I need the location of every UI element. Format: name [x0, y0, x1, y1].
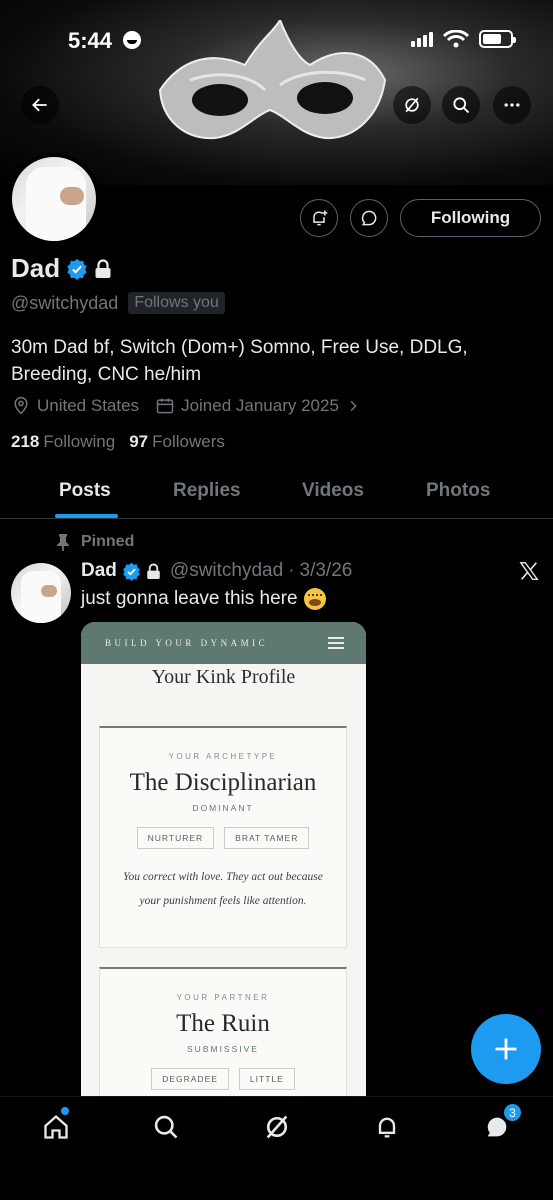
- more-dots-icon: [504, 103, 520, 107]
- tab-videos[interactable]: Videos: [302, 480, 364, 502]
- chat-bubble-icon: [361, 210, 377, 226]
- trait-chip: DEGRADEE: [151, 1068, 229, 1090]
- calendar-icon: [156, 398, 174, 414]
- nav-grok[interactable]: [261, 1111, 293, 1143]
- trait-chip: LITTLE: [238, 1068, 295, 1090]
- bell-icon: [378, 1117, 396, 1138]
- messages-count-badge: 3: [503, 1103, 522, 1122]
- status-indicators: [411, 30, 516, 48]
- grok-button[interactable]: [393, 86, 431, 124]
- more-button[interactable]: [493, 86, 531, 124]
- bio-line: Breeding, CNC he/him: [11, 364, 202, 385]
- grok-icon: [405, 97, 419, 113]
- card-title: The Ruin: [176, 1010, 270, 1037]
- card-caption: YOUR ARCHETYPE: [168, 752, 278, 761]
- card-chips: DEGRADEE LITTLE: [100, 1068, 346, 1090]
- card-class: SUBMISSIVE: [187, 1044, 259, 1054]
- hamburger-menu-icon: [328, 637, 344, 649]
- nav-home[interactable]: [40, 1111, 72, 1143]
- lock-icon: [147, 563, 160, 579]
- archetype-card: YOUR ARCHETYPE The Disciplinarian DOMINA…: [99, 726, 347, 948]
- back-arrow-icon: [32, 98, 47, 112]
- profile-avatar[interactable]: [8, 153, 100, 245]
- post-author-name[interactable]: Dad: [81, 560, 117, 582]
- followers-count-link[interactable]: 97 Followers: [129, 432, 225, 452]
- card-title: The Disciplinarian: [129, 769, 317, 796]
- message-button[interactable]: [350, 199, 388, 237]
- post-date[interactable]: 3/3/26: [300, 560, 353, 582]
- wifi-icon: [443, 30, 469, 48]
- home-icon: [44, 1114, 68, 1139]
- post-header: Dad @switchydad · 3/3/26: [81, 560, 352, 582]
- post-text: just gonna leave this here: [81, 588, 326, 610]
- active-tab-indicator: [55, 514, 118, 518]
- follow-counts: 218 Following 97 Followers: [11, 432, 225, 452]
- profile-meta: United States Joined January 2025: [11, 396, 361, 416]
- status-smiley-icon: [123, 31, 141, 49]
- profile-tabs: Posts Replies Videos Photos: [0, 468, 553, 519]
- trait-chip: NURTURER: [136, 827, 215, 849]
- post-separator: ·: [288, 560, 295, 581]
- cellular-signal-icon: [411, 31, 433, 47]
- pin-icon: [57, 534, 69, 551]
- card-class: DOMINANT: [192, 803, 254, 813]
- masquerade-mask-image: [158, 20, 387, 140]
- card-description: You correct with love. They act out beca…: [123, 871, 323, 907]
- card-caption: YOUR PARTNER: [176, 993, 270, 1002]
- media-brand: BUILD YOUR DYNAMIC: [105, 638, 269, 648]
- notify-button[interactable]: [300, 199, 338, 237]
- profile-handle: @switchydad: [11, 292, 119, 313]
- post-author-avatar[interactable]: [11, 563, 71, 623]
- search-icon: [154, 1115, 178, 1139]
- post-body: just gonna leave this here: [81, 588, 298, 609]
- search-icon: [453, 97, 470, 114]
- following-count-link[interactable]: 218 Following: [11, 432, 115, 452]
- battery-icon: [479, 30, 516, 48]
- trait-chip: BRAT TAMER: [224, 827, 310, 849]
- nav-search[interactable]: [150, 1111, 182, 1143]
- grok-icon: [266, 1115, 288, 1139]
- profile-bio: 30m Dad bf, Switch (Dom+) Somno, Free Us…: [11, 334, 531, 388]
- status-time: 5:44: [68, 28, 113, 53]
- joined-date: Joined January 2025: [181, 396, 339, 415]
- pinned-label: Pinned: [81, 533, 135, 550]
- nav-notifications[interactable]: [371, 1111, 403, 1143]
- card-chips: NURTURER BRAT TAMER: [100, 827, 346, 849]
- handle-row: @switchydad Follows you: [11, 292, 225, 314]
- compose-button[interactable]: [471, 1014, 541, 1084]
- display-name: Dad: [11, 253, 61, 283]
- follows-you-badge: Follows you: [128, 292, 225, 314]
- pinned-label-row: Pinned: [55, 533, 134, 551]
- tab-replies[interactable]: Replies: [173, 480, 241, 502]
- following-button[interactable]: Following: [400, 199, 541, 237]
- home-notification-dot: [61, 1107, 69, 1115]
- media-site-header: BUILD YOUR DYNAMIC: [81, 622, 366, 664]
- lock-icon: [95, 258, 111, 278]
- bio-line: 30m Dad bf, Switch (Dom+) Somno, Free Us…: [11, 337, 468, 358]
- bell-plus-icon: [313, 210, 328, 226]
- verified-badge-icon: [123, 562, 140, 581]
- tab-posts[interactable]: Posts: [59, 480, 111, 502]
- partner-card: YOUR PARTNER The Ruin SUBMISSIVE DEGRADE…: [99, 967, 347, 1096]
- plus-icon: [495, 1038, 517, 1060]
- back-button[interactable]: [21, 86, 59, 124]
- post-author-handle: @switchydad: [169, 560, 284, 581]
- profile-name-row: Dad: [11, 253, 112, 284]
- bottom-nav: 3: [0, 1096, 553, 1200]
- location-text: United States: [37, 396, 140, 415]
- location-pin-icon: [14, 396, 28, 415]
- tab-photos[interactable]: Photos: [426, 480, 490, 502]
- chevron-right-icon[interactable]: [345, 398, 361, 414]
- search-button[interactable]: [442, 86, 480, 124]
- media-title: Your Kink Profile: [151, 666, 296, 688]
- verified-badge-icon[interactable]: [66, 258, 88, 280]
- post-media-image[interactable]: BUILD YOUR DYNAMIC Your Kink Profile YOU…: [81, 622, 366, 1096]
- x-logo-icon[interactable]: [518, 560, 540, 582]
- profile-banner[interactable]: 5:44: [0, 0, 553, 185]
- face-with-open-eyes-hand-over-mouth-emoji-icon: [303, 588, 326, 610]
